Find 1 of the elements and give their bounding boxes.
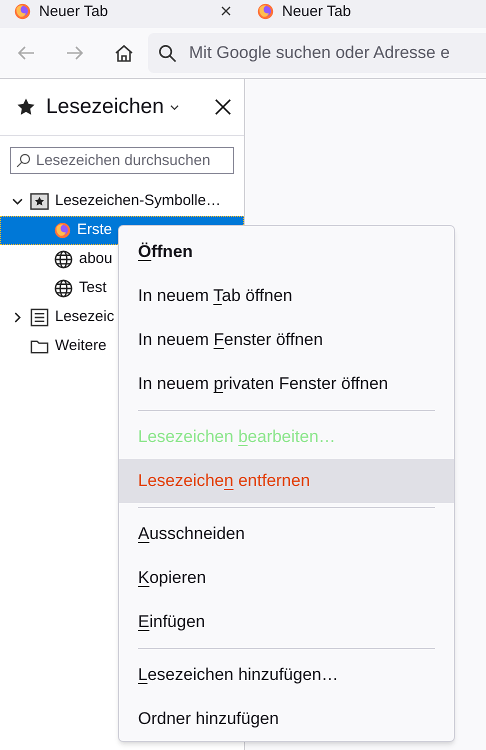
- address-placeholder: Mit Google suchen oder Adresse e: [189, 42, 450, 64]
